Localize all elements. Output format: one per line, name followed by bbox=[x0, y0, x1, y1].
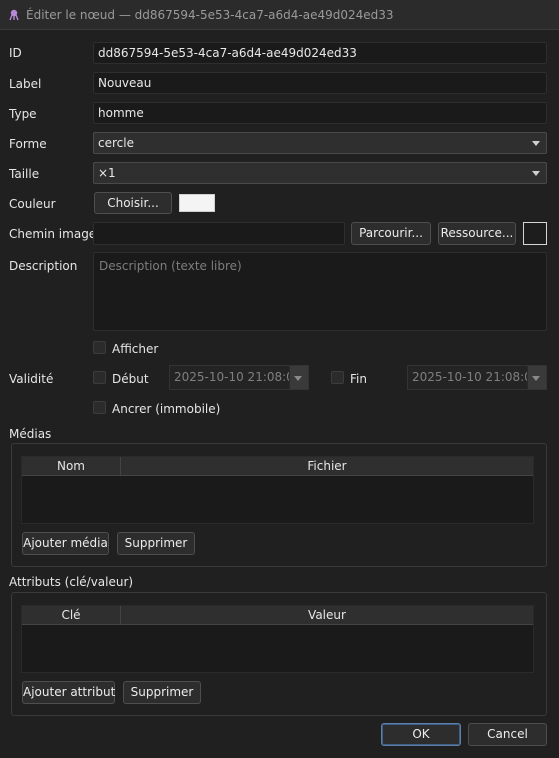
attributs-column-header[interactable]: Valeur bbox=[121, 606, 533, 625]
medias-group-title: Médias bbox=[9, 427, 52, 441]
app-icon bbox=[8, 9, 20, 21]
label-field[interactable]: Nouveau bbox=[93, 72, 547, 94]
fin-checkbox[interactable] bbox=[331, 371, 344, 384]
type-label: Type bbox=[9, 107, 37, 121]
color-swatch[interactable] bbox=[179, 194, 215, 212]
description-textarea[interactable]: Description (texte libre) bbox=[93, 252, 547, 331]
ok-button[interactable]: OK bbox=[381, 723, 461, 746]
window-title: Éditer le nœud — dd867594-5e53-4ca7-a6d4… bbox=[26, 8, 394, 22]
image-preview[interactable] bbox=[523, 222, 547, 245]
type-field[interactable]: homme bbox=[93, 102, 547, 124]
debut-label: Début bbox=[112, 372, 149, 386]
validite-label: Validité bbox=[9, 372, 54, 386]
ancrer-label: Ancrer (immobile) bbox=[112, 402, 221, 416]
label-label: Label bbox=[9, 77, 42, 91]
chevron-down-icon bbox=[532, 376, 540, 381]
forme-select-value: cercle bbox=[98, 136, 134, 150]
afficher-checkbox[interactable] bbox=[93, 341, 106, 354]
chevron-down-icon bbox=[294, 376, 302, 381]
attributs-group-title: Attributs (clé/valeur) bbox=[9, 575, 134, 589]
fin-label: Fin bbox=[350, 372, 367, 386]
id-field[interactable]: dd867594-5e53-4ca7-a6d4-ae49d024ed33 bbox=[93, 42, 547, 64]
debut-datetime[interactable]: 2025-10-10 21:08:06 bbox=[169, 365, 309, 390]
debut-datetime-value: 2025-10-10 21:08:06 bbox=[174, 370, 302, 384]
couleur-label: Couleur bbox=[9, 197, 56, 211]
fin-datetime[interactable]: 2025-10-10 21:08:06 bbox=[407, 365, 547, 390]
taille-select-value: ×1 bbox=[98, 166, 116, 180]
choose-color-button[interactable]: Choisir... bbox=[94, 192, 172, 214]
fin-datetime-value: 2025-10-10 21:08:06 bbox=[412, 370, 540, 384]
cancel-button[interactable]: Cancel bbox=[468, 723, 547, 746]
description-label: Description bbox=[9, 259, 78, 273]
browse-button[interactable]: Parcourir... bbox=[351, 222, 431, 245]
afficher-label: Afficher bbox=[112, 342, 159, 356]
debut-checkbox[interactable] bbox=[93, 371, 106, 384]
fin-dropdown[interactable] bbox=[527, 366, 546, 389]
description-placeholder: Description (texte libre) bbox=[99, 259, 242, 273]
medias-column-header[interactable]: Nom bbox=[22, 457, 121, 476]
id-label: ID bbox=[9, 46, 22, 60]
delete-media-button[interactable]: Supprimer bbox=[117, 532, 195, 555]
debut-dropdown[interactable] bbox=[289, 366, 308, 389]
image-path-field[interactable] bbox=[93, 222, 345, 245]
chevron-down-icon bbox=[532, 171, 540, 176]
resource-button[interactable]: Ressource... bbox=[438, 222, 516, 245]
chemin-image-label: Chemin image bbox=[9, 227, 97, 241]
taille-label: Taille bbox=[9, 167, 40, 181]
delete-attribute-button[interactable]: Supprimer bbox=[123, 681, 201, 704]
add-media-button[interactable]: Ajouter média bbox=[22, 532, 109, 555]
attributs-column-header[interactable]: Clé bbox=[22, 606, 121, 625]
forme-label: Forme bbox=[9, 137, 47, 151]
ancrer-checkbox[interactable] bbox=[93, 401, 106, 414]
forme-select[interactable]: cercle bbox=[93, 132, 547, 154]
chevron-down-icon bbox=[532, 141, 540, 146]
add-attribute-button[interactable]: Ajouter attribut bbox=[22, 681, 115, 704]
taille-select[interactable]: ×1 bbox=[93, 162, 547, 184]
medias-column-header[interactable]: Fichier bbox=[121, 457, 533, 476]
